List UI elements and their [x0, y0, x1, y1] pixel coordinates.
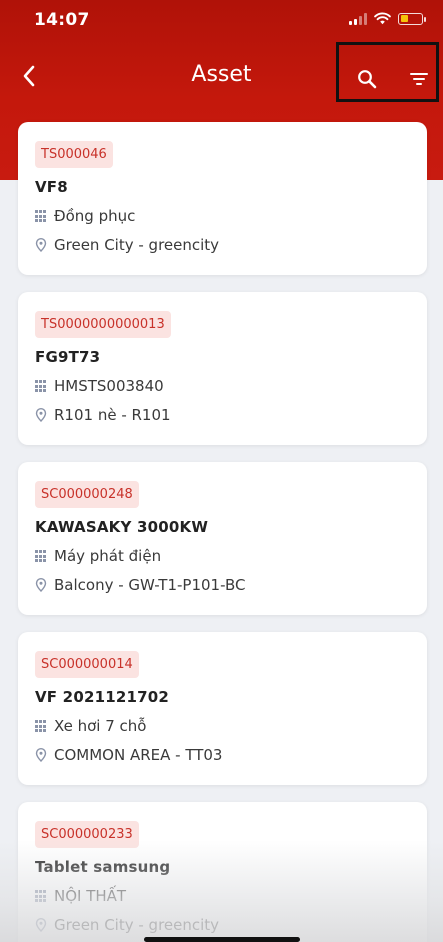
home-indicator[interactable] — [144, 937, 300, 942]
asset-category-row: Đồng phục — [35, 207, 410, 225]
location-pin-icon — [35, 578, 47, 592]
grid-icon — [35, 720, 47, 732]
grid-icon — [35, 210, 47, 222]
cellular-signal-icon — [349, 12, 367, 25]
search-icon — [358, 70, 377, 89]
asset-location-row: Green City - greencity — [35, 236, 410, 254]
grid-icon — [35, 550, 47, 562]
asset-category-row: Xe hơi 7 chỗ — [35, 717, 410, 735]
asset-name: VF8 — [35, 178, 68, 196]
asset-category: Xe hơi 7 chỗ — [54, 717, 147, 735]
filter-button[interactable] — [402, 62, 436, 96]
asset-category-row: HMSTS003840 — [35, 377, 410, 395]
asset-card[interactable]: SC000000248 KAWASAKY 3000KW Máy phát điệ… — [18, 462, 427, 615]
battery-icon — [398, 12, 426, 25]
asset-name: KAWASAKY 3000KW — [35, 518, 209, 536]
asset-card[interactable]: SC000000233 Tablet samsung NỘI THẤT Gree… — [18, 802, 427, 942]
asset-code-badge: SC000000248 — [35, 481, 139, 508]
asset-code-badge: TS000046 — [35, 141, 113, 168]
grid-icon — [35, 380, 47, 392]
asset-code-badge: TS0000000000013 — [35, 311, 171, 338]
asset-name: FG9T73 — [35, 348, 101, 366]
asset-code-badge: SC000000233 — [35, 821, 139, 848]
asset-category: Đồng phục — [54, 207, 136, 225]
asset-card[interactable]: TS0000000000013 FG9T73 HMSTS003840 R101 … — [18, 292, 427, 445]
asset-location: Balcony - GW-T1-P101-BC — [54, 576, 246, 594]
location-pin-icon — [35, 918, 47, 932]
asset-category: HMSTS003840 — [54, 377, 164, 395]
wifi-icon — [374, 12, 391, 25]
asset-name: VF 2021121702 — [35, 688, 170, 706]
asset-name: Tablet samsung — [35, 858, 171, 876]
asset-location: Green City - greencity — [54, 236, 220, 254]
location-pin-icon — [35, 238, 47, 252]
asset-category: Máy phát điện — [54, 547, 162, 565]
asset-location: R101 nè - R101 — [54, 406, 171, 424]
status-time: 14:07 — [34, 10, 90, 30]
status-bar: 14:07 — [0, 0, 443, 40]
asset-card[interactable]: SC000000014 VF 2021121702 Xe hơi 7 chỗ C… — [18, 632, 427, 785]
asset-location-row: R101 nè - R101 — [35, 406, 410, 424]
filter-icon — [410, 73, 428, 85]
asset-category-row: Máy phát điện — [35, 547, 410, 565]
asset-category-row: NỘI THẤT — [35, 887, 410, 905]
asset-card[interactable]: TS000046 VF8 Đồng phục Green City - gree… — [18, 122, 427, 275]
asset-location-row: Balcony - GW-T1-P101-BC — [35, 576, 410, 594]
asset-location: COMMON AREA - TT03 — [54, 746, 223, 764]
asset-category: NỘI THẤT — [54, 887, 127, 905]
status-icons — [349, 12, 426, 25]
grid-icon — [35, 890, 47, 902]
asset-location-row: COMMON AREA - TT03 — [35, 746, 410, 764]
search-button[interactable] — [350, 62, 384, 96]
asset-location: Green City - greencity — [54, 916, 220, 934]
location-pin-icon — [35, 748, 47, 762]
asset-location-row: Green City - greencity — [35, 916, 410, 934]
asset-list: TS000046 VF8 Đồng phục Green City - gree… — [18, 122, 427, 942]
asset-code-badge: SC000000014 — [35, 651, 139, 678]
navbar: Asset — [0, 40, 443, 112]
location-pin-icon — [35, 408, 47, 422]
